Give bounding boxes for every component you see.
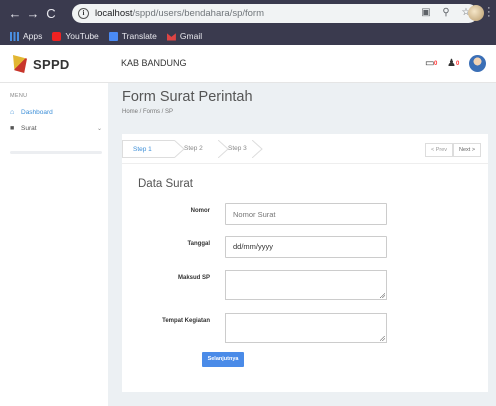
prev-button[interactable]: < Prev — [425, 143, 454, 157]
menu-label: MENU — [10, 93, 28, 99]
translate-page-icon[interactable]: ▣ — [420, 7, 432, 19]
resize-handle-icon[interactable] — [380, 293, 385, 298]
tanggal-label: Tanggal — [187, 241, 210, 247]
sidebar-divider — [10, 151, 102, 154]
header-title: KAB BANDUNG — [121, 58, 187, 68]
logo[interactable]: SPPD — [0, 45, 108, 83]
sidebar-item-dashboard[interactable]: ⌂ Dashboard — [10, 108, 53, 117]
home-icon: ⌂ — [10, 108, 15, 116]
resize-handle-icon[interactable] — [380, 336, 385, 341]
back-arrow-icon[interactable]: ← — [6, 0, 24, 27]
form-card: Step 1 Step 2 Step 3 < Prev Next > Data … — [122, 134, 488, 392]
breadcrumb: Home / Forms / SP — [122, 109, 174, 115]
step-1-tab[interactable]: Step 1 — [122, 140, 174, 158]
form-section-title: Data Surat — [138, 178, 193, 190]
url-text[interactable]: localhost/sppd/users/bendahara/sp/form — [95, 8, 264, 19]
step-2-tab[interactable]: Step 2 — [172, 140, 218, 158]
nomor-field[interactable] — [225, 203, 387, 225]
wizard-steps: Step 1 Step 2 Step 3 < Prev Next > — [122, 134, 488, 164]
youtube-icon — [52, 31, 62, 41]
sidebar: MENU ⌂ Dashboard ■ Surat ⌄ — [0, 83, 108, 406]
gmail-icon — [166, 33, 176, 41]
bell-badge: 0 — [456, 61, 460, 67]
zoom-icon[interactable]: ⚲ — [440, 7, 452, 19]
forward-arrow-icon[interactable]: → — [24, 0, 42, 27]
info-icon[interactable]: i — [78, 8, 89, 19]
translate-icon — [108, 31, 118, 41]
sidebar-item-surat[interactable]: ■ Surat ⌄ — [10, 124, 102, 133]
step-separator — [252, 140, 263, 158]
bookmark-apps[interactable]: Apps — [10, 31, 42, 41]
maksud-sp-field[interactable] — [225, 270, 387, 300]
logo-emblem-icon — [13, 55, 27, 73]
bookmark-youtube[interactable]: YouTube — [52, 31, 99, 41]
tempat-kegiatan-label: Tempat Kegiatan — [162, 318, 210, 324]
bookmark-gmail[interactable]: Gmail — [166, 31, 202, 41]
kebab-menu-icon[interactable]: · · · — [487, 3, 491, 22]
folder-icon: ■ — [10, 124, 15, 132]
page-title: Form Surat Perintah — [122, 89, 253, 105]
tempat-kegiatan-field[interactable] — [225, 313, 387, 343]
chevron-down-icon: ⌄ — [96, 126, 102, 132]
next-button[interactable]: Next > — [453, 143, 482, 157]
reload-icon[interactable]: C — [42, 0, 60, 27]
bookmarks-bar: Apps YouTube Translate Gmail — [0, 27, 496, 45]
message-icon[interactable]: ▭ 0 — [425, 58, 437, 69]
bookmark-translate[interactable]: Translate — [108, 31, 157, 41]
next-step-button[interactable]: Selanjutnya — [202, 352, 244, 367]
address-bar[interactable]: i localhost/sppd/users/bendahara/sp/form… — [72, 4, 478, 23]
maksud-sp-label: Maksud SP — [177, 275, 210, 281]
tanggal-field[interactable]: dd/mm/yyyy — [225, 236, 387, 258]
message-badge: 0 — [434, 61, 438, 67]
nomor-label: Nomor — [190, 208, 210, 214]
avatar[interactable] — [469, 55, 486, 72]
extension-icon[interactable] — [468, 5, 484, 21]
bell-icon[interactable]: ♟ 0 — [447, 58, 459, 69]
app-header: SPPD KAB BANDUNG ▭ 0 ♟ 0 — [0, 45, 496, 83]
apps-grid-icon — [10, 31, 19, 41]
